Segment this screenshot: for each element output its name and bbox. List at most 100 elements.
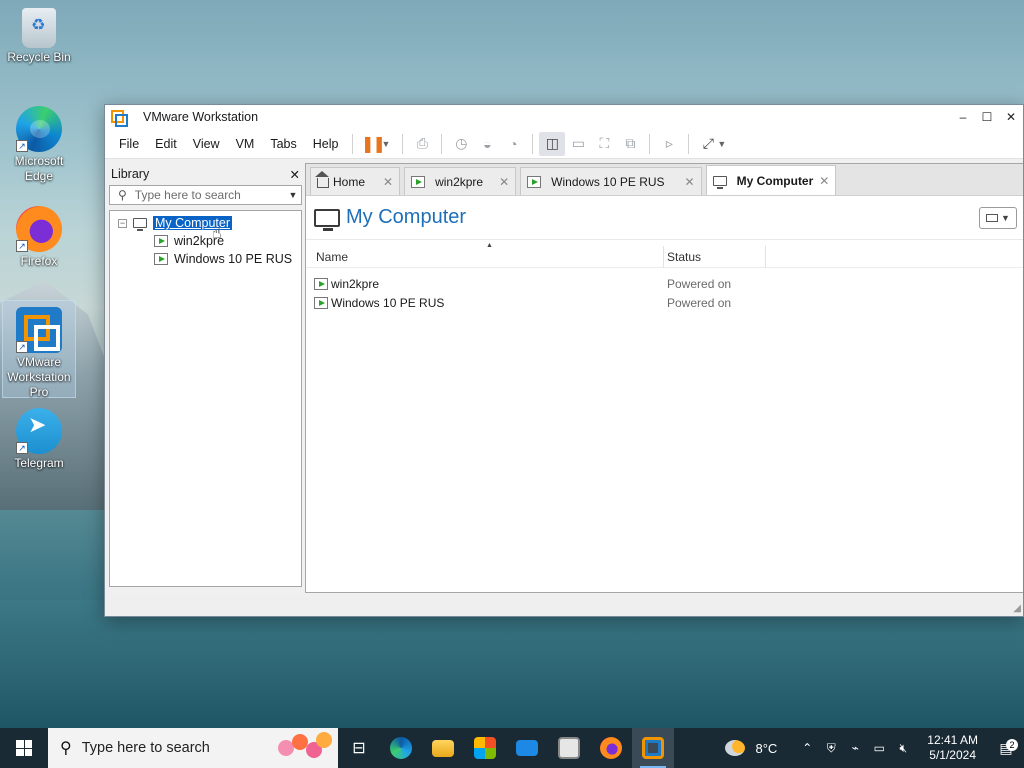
vmware-icon (642, 737, 664, 759)
tab-close-icon[interactable]: ✕ (383, 175, 393, 189)
desktop-icon-recycle-bin[interactable]: Recycle Bin (2, 2, 76, 65)
title-bar[interactable]: VMware Workstation – ☐ ✕ (105, 105, 1023, 129)
menu-toolbar: File Edit View VM Tabs Help ❚❚ ▼ ⎙ ◷ ◒ ◔… (105, 129, 1023, 159)
vm-status: Powered on (667, 276, 732, 291)
tree-item-win2kpre[interactable]: win2kpre (110, 232, 301, 250)
tab-my-computer[interactable]: My Computer ✕ (705, 165, 837, 195)
desktop-icon-label: Recycle Bin (7, 50, 71, 64)
news-icon (558, 737, 580, 759)
minimize-button[interactable]: – (951, 110, 975, 124)
vm-status: Powered on (667, 295, 732, 310)
search-highlight-flowers-icon (276, 732, 332, 764)
notification-count-badge: 2 (1006, 738, 1018, 751)
column-header-status[interactable]: Status (664, 245, 766, 268)
vmware-icon: ↗ (16, 307, 62, 353)
tab-home[interactable]: Home ✕ (310, 167, 401, 195)
tab-label: My Computer (736, 173, 814, 188)
snapshot-icon[interactable]: ◷ (448, 132, 474, 156)
shortcut-arrow-icon: ↗ (16, 442, 28, 454)
taskbar-mail[interactable] (506, 728, 548, 768)
display-icon[interactable]: ▭ (867, 741, 891, 755)
table-row[interactable]: Windows 10 PE RUS Powered on (306, 293, 1023, 312)
desktop-icon-edge[interactable]: ↗ Microsoft Edge (2, 100, 76, 184)
tab-windows10pe[interactable]: Windows 10 PE RUS ✕ (520, 167, 702, 195)
collapse-icon[interactable]: − (118, 218, 127, 228)
close-button[interactable]: ✕ (999, 110, 1023, 124)
store-icon (474, 737, 496, 759)
taskbar-search-placeholder: Type here to search (81, 740, 210, 756)
unity-icon[interactable]: ⧉ (617, 132, 643, 156)
toolbar-separator (532, 133, 534, 154)
tab-close-icon[interactable]: ✕ (685, 175, 695, 189)
tree-label-windows10pe[interactable]: Windows 10 PE RUS (174, 252, 292, 266)
telegram-icon: ↗ (16, 408, 62, 454)
taskbar-vmware[interactable] (632, 728, 674, 768)
desktop-icon-vmware[interactable]: ↗ VMware Workstation Pro (2, 300, 76, 399)
clock-time: 12:41 AM (927, 733, 978, 747)
tab-win2kpre[interactable]: win2kpre ✕ (404, 167, 517, 195)
vm-running-icon (154, 235, 168, 247)
revert-snapshot-icon[interactable]: ◒ (474, 132, 500, 156)
table-row[interactable]: win2kpre Powered on (306, 274, 1023, 293)
clock[interactable]: 12:41 AM 5/1/2024 (927, 733, 978, 763)
library-search-input[interactable]: ⚲ Type here to search ▼ (109, 185, 302, 205)
view-mode-button[interactable]: ▼ (979, 206, 1017, 229)
show-hidden-icons-chevron-icon[interactable]: ⌃ (795, 741, 819, 755)
menu-view[interactable]: View (185, 137, 228, 151)
tab-bar: Home ✕ win2kpre ✕ Windows 10 PE RUS ✕ My… (306, 164, 1023, 196)
menu-tabs[interactable]: Tabs (262, 137, 304, 151)
tree-item-windows10pe[interactable]: Windows 10 PE RUS (110, 250, 301, 268)
windows-logo-icon (16, 740, 32, 756)
send-ctrl-alt-del-icon[interactable]: ⎙ (409, 132, 435, 156)
page-title: My Computer (346, 206, 467, 228)
weather-widget[interactable]: 8°C (725, 740, 777, 756)
tab-label: win2kpre (435, 174, 484, 189)
toolbar-separator (441, 133, 443, 154)
desktop-icon-firefox[interactable]: ↗ Firefox (2, 200, 76, 269)
weather-temperature: 8°C (755, 740, 778, 756)
resize-grip-icon[interactable]: ◢ (1013, 603, 1021, 614)
toolbar-separator (402, 133, 404, 154)
taskbar-search-box[interactable]: ⚲ Type here to search (48, 728, 338, 768)
library-close-icon[interactable]: ✕ (290, 167, 300, 182)
tab-close-icon[interactable]: ✕ (819, 174, 829, 188)
action-center-button[interactable]: ▤ 2 (988, 738, 1024, 757)
taskbar-news[interactable] (548, 728, 590, 768)
shortcut-arrow-icon: ↗ (16, 140, 28, 152)
tab-close-icon[interactable]: ✕ (499, 175, 509, 189)
menu-help[interactable]: Help (305, 137, 347, 151)
shortcut-arrow-icon: ↗ (16, 240, 28, 252)
volume-muted-icon[interactable]: 🔇︎ (891, 741, 915, 756)
maximize-button[interactable]: ☐ (975, 110, 999, 124)
snapshot-manager-icon[interactable]: ◔ (500, 132, 526, 156)
menu-edit[interactable]: Edit (147, 137, 185, 151)
full-screen-icon[interactable]: ⛶ (591, 132, 617, 156)
taskbar-store[interactable] (464, 728, 506, 768)
desktop-icon-label: Microsoft Edge (14, 154, 64, 183)
menu-file[interactable]: File (111, 137, 147, 151)
task-view-icon: ⊟ (352, 740, 366, 757)
console-view-icon[interactable]: ▹ (656, 132, 682, 156)
tree-item-my-computer[interactable]: − My Computer (110, 214, 301, 232)
tab-label: Windows 10 PE RUS (551, 174, 665, 189)
show-library-icon[interactable]: ◫ (539, 131, 566, 156)
stretch-dropdown-caret[interactable]: ▼ (717, 139, 726, 149)
security-shield-icon[interactable]: ⛨ (819, 741, 843, 756)
search-icon: ⚲ (118, 188, 127, 202)
thumbnail-bar-icon[interactable]: ▭ (565, 132, 591, 156)
chevron-down-icon[interactable]: ▼ (285, 190, 301, 200)
view-mode-icon (986, 213, 999, 222)
task-view-button[interactable]: ⊟ (338, 728, 380, 768)
page-header: My Computer ▼ (306, 196, 1023, 240)
desktop-icon-telegram[interactable]: ↗ Telegram (2, 402, 76, 471)
toolbar-separator (688, 133, 690, 154)
start-button[interactable] (0, 728, 48, 768)
taskbar-firefox[interactable] (590, 728, 632, 768)
network-disconnected-icon[interactable]: ⌁ (843, 741, 867, 755)
menu-vm[interactable]: VM (228, 137, 263, 151)
power-dropdown-caret[interactable]: ▼ (381, 139, 390, 149)
taskbar-file-explorer[interactable] (422, 728, 464, 768)
mail-icon (516, 740, 538, 756)
column-header-name[interactable]: Name (306, 245, 664, 268)
taskbar-edge[interactable] (380, 728, 422, 768)
